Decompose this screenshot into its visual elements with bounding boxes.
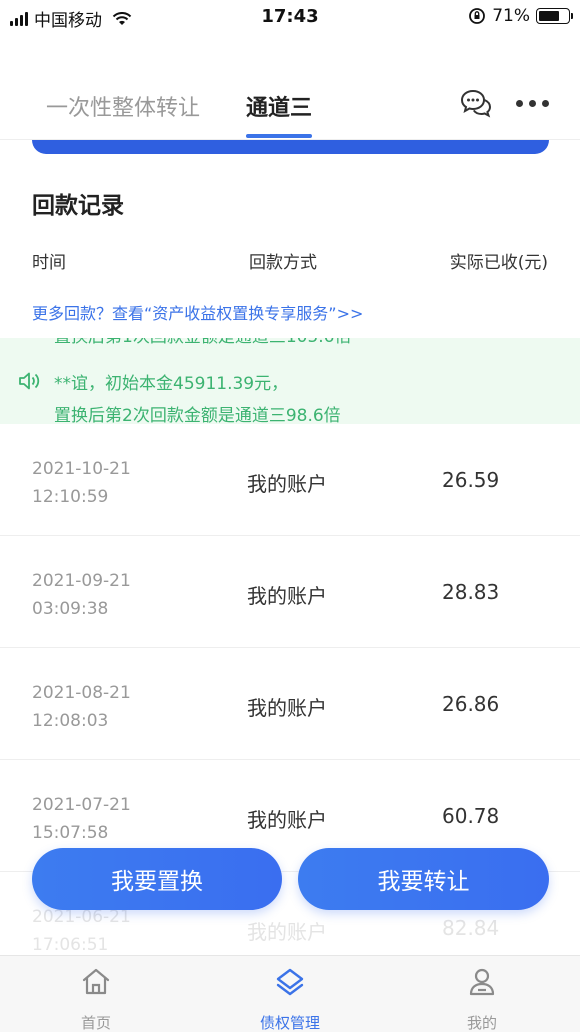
orientation-lock-icon (469, 8, 486, 24)
record-amount: 82.84 (442, 916, 500, 940)
notice-line-clipped: 置换后第1次回款金额是通道三105.6倍 (54, 338, 351, 348)
record-datetime: 2021-06-21 17:06:51 (32, 907, 131, 955)
more-icon[interactable] (516, 100, 552, 108)
record-method: 我的账户 (247, 472, 327, 496)
record-amount: 26.86 (442, 692, 500, 716)
column-header-amount: 实际已收(元) (449, 253, 548, 273)
record-method: 我的账户 (247, 808, 327, 832)
user-icon (469, 968, 495, 996)
record-datetime: 2021-10-21 12:10:59 (32, 459, 131, 507)
tab-header: 一次性整体转让 通道三 (0, 34, 580, 140)
table-row: 2021-08-21 12:08:03 我的账户 26.86 (0, 648, 580, 760)
nav-item-mine[interactable]: 我的 (412, 956, 552, 1032)
section-title: 回款记录 (32, 193, 124, 219)
record-amount: 28.83 (442, 580, 500, 604)
notice-line-1: **谊，初始本金45911.39元， (54, 374, 289, 394)
tab-one-time-transfer[interactable]: 一次性整体转让 (46, 90, 200, 122)
nav-label-debt-management: 债权管理 (259, 1014, 320, 1032)
record-method: 我的账户 (247, 696, 327, 720)
home-icon (82, 968, 110, 995)
transfer-button[interactable]: 我要转让 (298, 848, 549, 910)
bottom-nav: 首页 债权管理 我的 (0, 955, 580, 1032)
notice-line-2: 置换后第2次回款金额是通道三98.6倍 (54, 406, 341, 424)
status-bar: 中国移动 17:43 71% (0, 0, 580, 34)
nav-label-home: 首页 (80, 1014, 111, 1032)
nav-item-debt-management[interactable]: 债权管理 (220, 956, 360, 1032)
layers-icon (276, 968, 304, 996)
chat-icon[interactable] (460, 88, 492, 118)
tab-channel-three[interactable]: 通道三 (246, 90, 312, 122)
active-tab-indicator (246, 134, 312, 138)
nav-label-mine: 我的 (466, 1014, 497, 1032)
record-amount: 60.78 (442, 804, 500, 828)
battery-icon (536, 8, 573, 24)
column-header-method: 回款方式 (249, 253, 317, 273)
swap-button[interactable]: 我要置换 (32, 848, 282, 910)
table-row: 2021-10-21 12:10:59 我的账户 26.59 (0, 424, 580, 536)
column-header-time: 时间 (32, 253, 66, 273)
record-datetime: 2021-08-21 12:08:03 (32, 683, 131, 731)
record-method: 我的账户 (247, 584, 327, 608)
record-datetime: 2021-09-21 03:09:38 (32, 571, 131, 619)
more-repayment-link[interactable]: 更多回款？查看“资产收益权置换专享服务”>> (32, 300, 363, 324)
record-datetime: 2021-07-21 15:07:58 (32, 795, 131, 843)
speaker-icon (19, 372, 40, 390)
status-right: 71% (468, 6, 573, 26)
battery-percent: 71% (492, 6, 530, 26)
record-method: 我的账户 (247, 920, 327, 944)
nav-item-home[interactable]: 首页 (26, 956, 166, 1032)
notice-ticker: 置换后第1次回款金额是通道三105.6倍 **谊，初始本金45911.39元， … (0, 338, 580, 424)
banner-card-edge (32, 140, 549, 154)
record-amount: 26.59 (442, 468, 500, 492)
table-row: 2021-09-21 03:09:38 我的账户 28.83 (0, 536, 580, 648)
